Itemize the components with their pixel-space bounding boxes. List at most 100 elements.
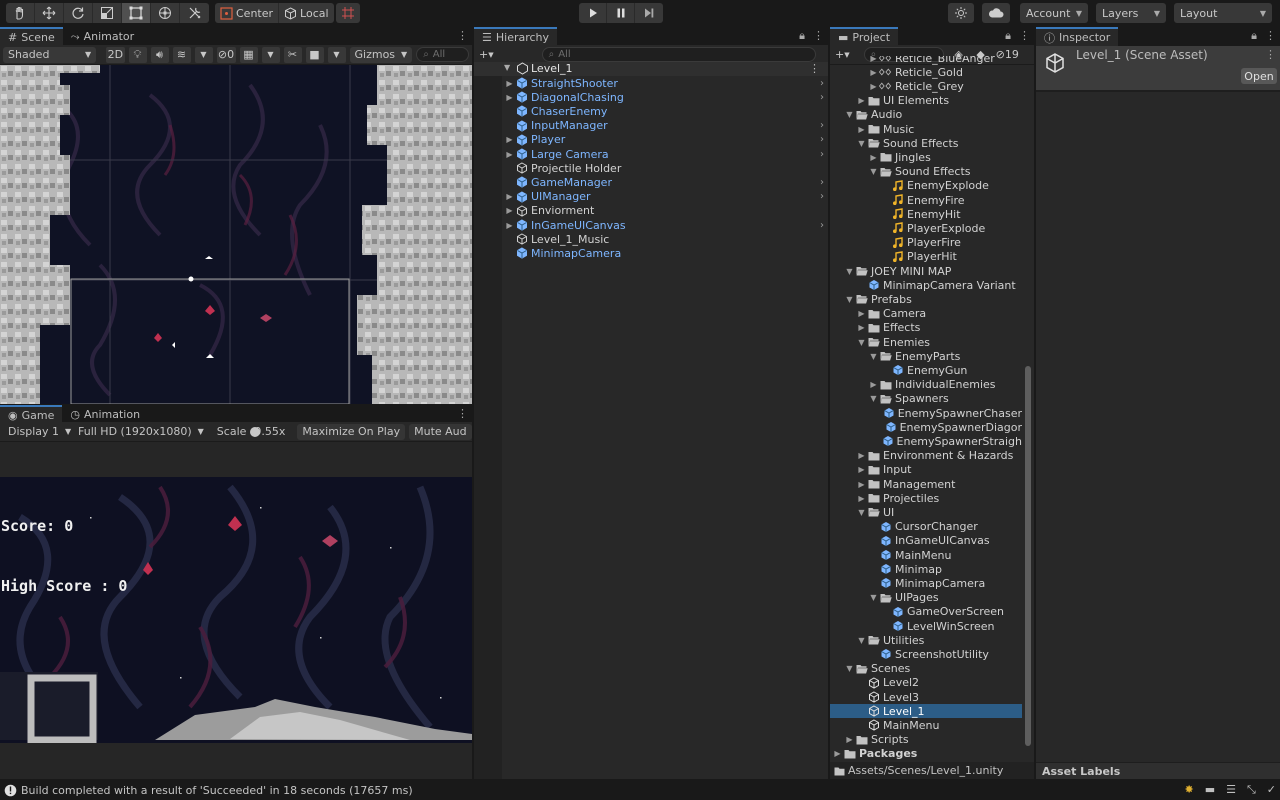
fold-arrow-icon[interactable]: ▶ [868, 380, 879, 389]
services-button[interactable] [948, 3, 974, 23]
layout-dropdown[interactable]: Layout ▼ [1174, 3, 1272, 23]
lighting-toggle-icon[interactable]: 💡︎ [128, 46, 147, 63]
open-button[interactable]: Open [1241, 68, 1277, 84]
custom-tools-icon[interactable] [180, 3, 209, 23]
cloud-button[interactable] [982, 3, 1010, 23]
project-item[interactable]: ▼ Enemies [830, 335, 1022, 349]
fold-arrow-icon[interactable]: ▶ [856, 125, 867, 134]
audio-toggle-icon[interactable]: 🔊︎ [150, 46, 169, 63]
project-item[interactable]: Minimap [830, 562, 1022, 576]
project-scrollbar[interactable] [1024, 66, 1032, 765]
fold-arrow-icon[interactable]: ▶ [868, 82, 879, 91]
project-item[interactable]: PlayerHit [830, 250, 1022, 264]
tab-inspector[interactable]: ⓘ Inspector [1036, 27, 1119, 46]
scene-search-input[interactable]: ⌕ All [416, 47, 470, 62]
scene-header-row[interactable]: ▼ Level_1 ⋮ [474, 62, 828, 76]
camera-icon[interactable]: ■ [305, 46, 324, 63]
toggle-2d-button[interactable]: 2D [106, 46, 125, 63]
hierarchy-item[interactable]: MinimapCamera [474, 246, 828, 260]
create-add-button[interactable]: + ▼ [477, 47, 496, 63]
prefab-open-chevron-icon[interactable]: › [820, 177, 824, 188]
fold-arrow-icon[interactable]: ▶ [856, 494, 867, 503]
fold-arrow-icon[interactable]: ▶ [504, 150, 515, 159]
fold-arrow-icon[interactable]: ▶ [504, 192, 515, 201]
fold-arrow-icon[interactable]: ▼ [868, 167, 879, 176]
fold-arrow-icon[interactable]: ▼ [844, 295, 855, 304]
hierarchy-item[interactable]: ▶ InGameUICanvas › [474, 218, 828, 232]
prefab-open-chevron-icon[interactable]: › [820, 191, 824, 202]
fold-arrow-icon[interactable]: ▼ [868, 352, 879, 361]
move-tool-icon[interactable] [35, 3, 64, 23]
project-item[interactable]: ▼ UI [830, 505, 1022, 519]
project-item[interactable]: MainMenu [830, 548, 1022, 562]
step-button[interactable] [635, 3, 663, 23]
maximize-on-play-toggle[interactable]: Maximize On Play [297, 423, 406, 440]
fold-arrow-icon[interactable]: ▶ [856, 309, 867, 318]
fold-arrow-icon[interactable]: ▶ [868, 153, 879, 162]
progress-icon[interactable]: ▬ [1205, 783, 1215, 797]
transform-tool-icon[interactable] [151, 3, 180, 23]
prefab-open-chevron-icon[interactable]: › [820, 120, 824, 131]
project-item[interactable]: ▶ Reticle_Gold [830, 65, 1022, 79]
fold-arrow-icon[interactable]: ▼ [504, 63, 510, 72]
hand-tool-icon[interactable] [6, 3, 35, 23]
fold-arrow-icon[interactable]: ▶ [504, 206, 515, 215]
project-item[interactable]: ▶ Scripts [830, 733, 1022, 747]
prefab-open-chevron-icon[interactable]: › [820, 92, 824, 103]
hierarchy-item[interactable]: Projectile Holder [474, 161, 828, 175]
project-item[interactable]: EnemySpawnerStraigh [830, 434, 1022, 448]
fold-arrow-icon[interactable]: ▼ [868, 394, 879, 403]
hierarchy-item[interactable]: ▶ StraightShooter › [474, 76, 828, 90]
project-item[interactable]: ▶ Management [830, 477, 1022, 491]
project-item[interactable]: ▼ Scenes [830, 662, 1022, 676]
fold-arrow-icon[interactable]: ▶ [868, 56, 879, 63]
prefab-open-chevron-icon[interactable]: › [820, 149, 824, 160]
inspector-menu-icon[interactable]: ⋮ [1265, 48, 1276, 61]
project-item[interactable]: ▼ Sound Effects [830, 165, 1022, 179]
fold-arrow-icon[interactable]: ▶ [504, 79, 515, 88]
project-item[interactable]: ▶ IndividualEnemies [830, 378, 1022, 392]
project-item[interactable]: PlayerExplode [830, 221, 1022, 235]
rect-tool-icon[interactable] [122, 3, 151, 23]
tools-icon[interactable]: ✂ [283, 46, 302, 63]
project-item[interactable]: Level2 [830, 676, 1022, 690]
camera-dropdown-icon[interactable]: ▼ [327, 46, 346, 63]
project-item[interactable]: PlayerFire [830, 236, 1022, 250]
project-item[interactable]: MinimapCamera Variant [830, 278, 1022, 292]
tab-animator[interactable]: ⤳ Animator [63, 27, 142, 46]
sparkle-icon[interactable]: ✸ [1184, 783, 1193, 797]
project-item[interactable]: EnemySpawnerChaser [830, 406, 1022, 420]
draw-mode-dropdown[interactable]: Shaded ▼ [3, 46, 97, 63]
scrollbar-thumb[interactable] [1025, 366, 1031, 746]
hierarchy-item[interactable]: ▶ DiagonalChasing › [474, 90, 828, 104]
project-item[interactable]: ▼ EnemyParts [830, 349, 1022, 363]
pivot-mode-toggle[interactable]: Center [215, 3, 280, 23]
panel-menu-icon[interactable]: ⋮ [457, 29, 468, 42]
lock-icon[interactable]: 🔒︎ [799, 29, 805, 43]
project-item[interactable]: MinimapCamera [830, 576, 1022, 590]
gizmos-dropdown[interactable]: Gizmos ▼ [349, 46, 413, 63]
project-item[interactable]: ▼ Prefabs [830, 292, 1022, 306]
panel-menu-icon[interactable]: ⋮ [1019, 29, 1030, 43]
pivot-rotation-toggle[interactable]: Local [279, 3, 334, 23]
project-item[interactable]: ▼ Spawners [830, 392, 1022, 406]
fold-arrow-icon[interactable]: ▼ [856, 338, 867, 347]
project-item[interactable]: ▼ JOEY MINI MAP [830, 264, 1022, 278]
fold-arrow-icon[interactable]: ▶ [844, 735, 855, 744]
project-item[interactable]: EnemyHit [830, 207, 1022, 221]
resolution-dropdown[interactable]: Full HD (1920x1080) ▼ [73, 424, 209, 440]
project-item[interactable]: CursorChanger [830, 520, 1022, 534]
project-item[interactable]: ▶ Packages [830, 747, 1022, 761]
project-item[interactable]: ▼ Sound Effects [830, 136, 1022, 150]
panel-menu-icon[interactable]: ⋮ [1265, 29, 1276, 43]
layers-dropdown[interactable]: Layers ▼ [1096, 3, 1166, 23]
project-item[interactable]: ▼ Utilities [830, 633, 1022, 647]
project-item[interactable]: ▶ Camera [830, 307, 1022, 321]
fold-arrow-icon[interactable]: ▶ [856, 96, 867, 105]
scale-tool-icon[interactable] [93, 3, 122, 23]
project-item[interactable]: Level_1 [830, 704, 1022, 719]
fold-arrow-icon[interactable]: ▶ [856, 465, 867, 474]
project-item[interactable]: ▶ UI Elements [830, 94, 1022, 108]
fold-arrow-icon[interactable]: ▶ [504, 135, 515, 144]
hierarchy-item[interactable]: InputManager › [474, 119, 828, 133]
